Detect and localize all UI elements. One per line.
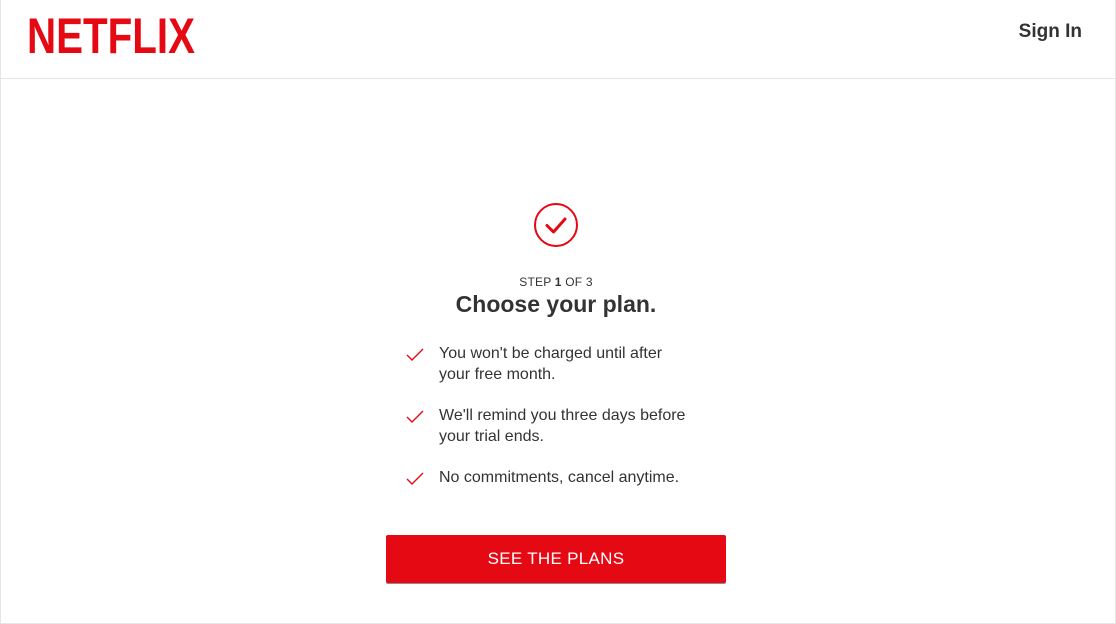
- see-the-plans-button[interactable]: SEE THE PLANS: [386, 535, 726, 583]
- page-title: Choose your plan.: [455, 291, 657, 317]
- svg-text:NETFLIX: NETFLIX: [27, 8, 195, 58]
- step-total: 3: [585, 275, 593, 289]
- benefit-item: No commitments, cancel anytime.: [406, 467, 726, 488]
- step-separator: OF: [565, 275, 583, 289]
- step-indicator: STEP 1 OF 3: [1, 275, 1111, 289]
- header: NETFLIX Sign In: [1, 0, 1115, 79]
- sign-in-link[interactable]: Sign In: [1019, 21, 1082, 43]
- benefit-text-line2: your free month.: [439, 366, 556, 383]
- benefit-text-line1: You won't be charged until after: [439, 345, 663, 362]
- checkmark-icon: [406, 409, 424, 423]
- step-current: 1: [554, 275, 562, 289]
- main-content: STEP 1 OF 3 Choose your plan. You won't …: [1, 79, 1115, 624]
- netflix-logo[interactable]: NETFLIX: [27, 8, 195, 58]
- netflix-logo-icon: NETFLIX: [27, 8, 195, 58]
- benefits-list: You won't be charged until after your fr…: [406, 343, 726, 508]
- benefit-text-line1: No commitments, cancel anytime.: [439, 469, 680, 486]
- checkmark-icon: [406, 471, 424, 485]
- benefit-item: You won't be charged until after your fr…: [406, 343, 726, 385]
- check-circle-icon: [533, 202, 579, 248]
- signup-page: NETFLIX Sign In STEP 1 OF 3 Choose your …: [0, 0, 1116, 624]
- benefit-item: We'll remind you three days before your …: [406, 405, 726, 447]
- benefit-text-line1: We'll remind you three days before: [439, 407, 686, 424]
- checkmark-icon: [406, 347, 424, 361]
- step-prefix: STEP: [519, 275, 552, 289]
- benefit-text-line2: your trial ends.: [439, 428, 544, 445]
